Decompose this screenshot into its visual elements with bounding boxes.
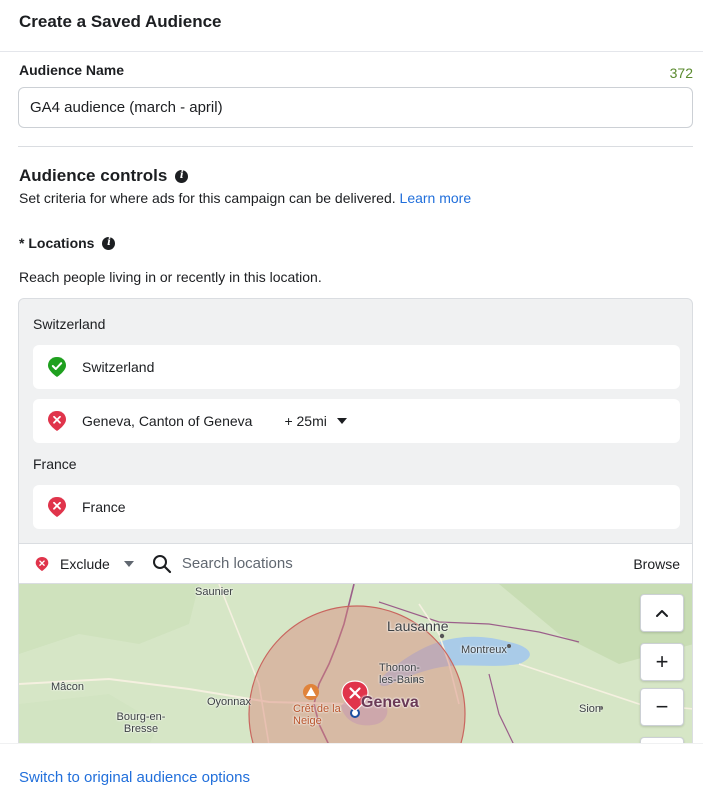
caret-down-icon: [123, 560, 134, 567]
zoom-out-button[interactable]: −: [640, 688, 684, 726]
exclude-label: Exclude: [60, 555, 110, 572]
country-group-label: Switzerland: [33, 316, 106, 332]
include-exclude-dropdown[interactable]: Exclude: [35, 556, 134, 572]
audience-controls-title: Audience controls: [19, 166, 168, 185]
info-icon[interactable]: i: [175, 169, 189, 183]
location-name: Geneva, Canton of Geneva: [82, 413, 253, 429]
learn-more-link[interactable]: Learn more: [400, 190, 472, 206]
audience-controls-description: Set criteria for where ads for this camp…: [19, 190, 472, 206]
country-group-label: France: [33, 456, 77, 472]
switch-audience-options-link[interactable]: Switch to original audience options: [19, 769, 250, 786]
map-collapse-button[interactable]: [640, 594, 684, 632]
location-map[interactable]: Saunier Lausanne Montreux Thonon-les-Bai…: [19, 584, 692, 743]
plus-icon: +: [655, 649, 669, 674]
map-label: Thonon-les-Bains: [379, 662, 425, 686]
search-icon: [152, 554, 171, 573]
map-label: Oyonnax: [207, 696, 252, 708]
minus-icon: −: [655, 694, 669, 719]
map-label: Saunier: [195, 586, 233, 598]
info-icon[interactable]: i: [102, 236, 116, 250]
map-label: Mâcon: [51, 681, 85, 693]
location-item-switzerland[interactable]: Switzerland: [33, 345, 680, 389]
red-x-pin-icon: [48, 411, 66, 431]
audience-name-label: Audience Name: [19, 62, 125, 78]
map-label: Montreux: [461, 644, 507, 656]
locations-description: Reach people living in or recently in th…: [19, 269, 322, 285]
radius-dropdown[interactable]: + 25mi: [284, 413, 347, 429]
location-name: France: [82, 499, 126, 515]
location-name: Switzerland: [82, 359, 155, 375]
map-label: Crêt de la Neige: [293, 703, 341, 727]
map-label: Lausanne: [387, 618, 449, 634]
search-locations-input[interactable]: [181, 555, 592, 572]
locations-heading: * Locations i: [19, 235, 116, 251]
dialog-header: Create a Saved Audience: [0, 0, 703, 52]
location-item-geneva[interactable]: Geneva, Canton of Geneva + 25mi: [33, 399, 680, 443]
red-x-pin-icon: [48, 497, 66, 517]
audience-name-input[interactable]: [18, 87, 693, 128]
map-label: Geneva: [361, 694, 419, 711]
green-check-pin-icon: [48, 357, 66, 377]
char-count: 372: [669, 65, 693, 81]
location-search-bar: Exclude Browse: [19, 543, 692, 584]
section-divider: [18, 146, 693, 147]
browse-button[interactable]: Browse: [633, 556, 680, 572]
map-label: Bourg-en-Bresse: [116, 711, 166, 735]
locations-panel: Switzerland Switzerland Geneva, Canton o…: [18, 298, 693, 744]
zoom-in-button[interactable]: +: [640, 643, 684, 681]
audience-controls-heading: Audience controls i: [19, 166, 189, 186]
red-x-pin-icon: [35, 556, 49, 571]
dialog-footer: Switch to original audience options: [0, 743, 703, 793]
dialog-title: Create a Saved Audience: [19, 12, 222, 31]
map-label: Sion: [579, 703, 602, 715]
chevron-up-icon: [656, 610, 668, 617]
locations-title: * Locations: [19, 235, 95, 251]
radius-value: + 25mi: [284, 413, 327, 429]
location-item-france[interactable]: France: [33, 485, 680, 529]
caret-down-icon: [336, 418, 347, 424]
